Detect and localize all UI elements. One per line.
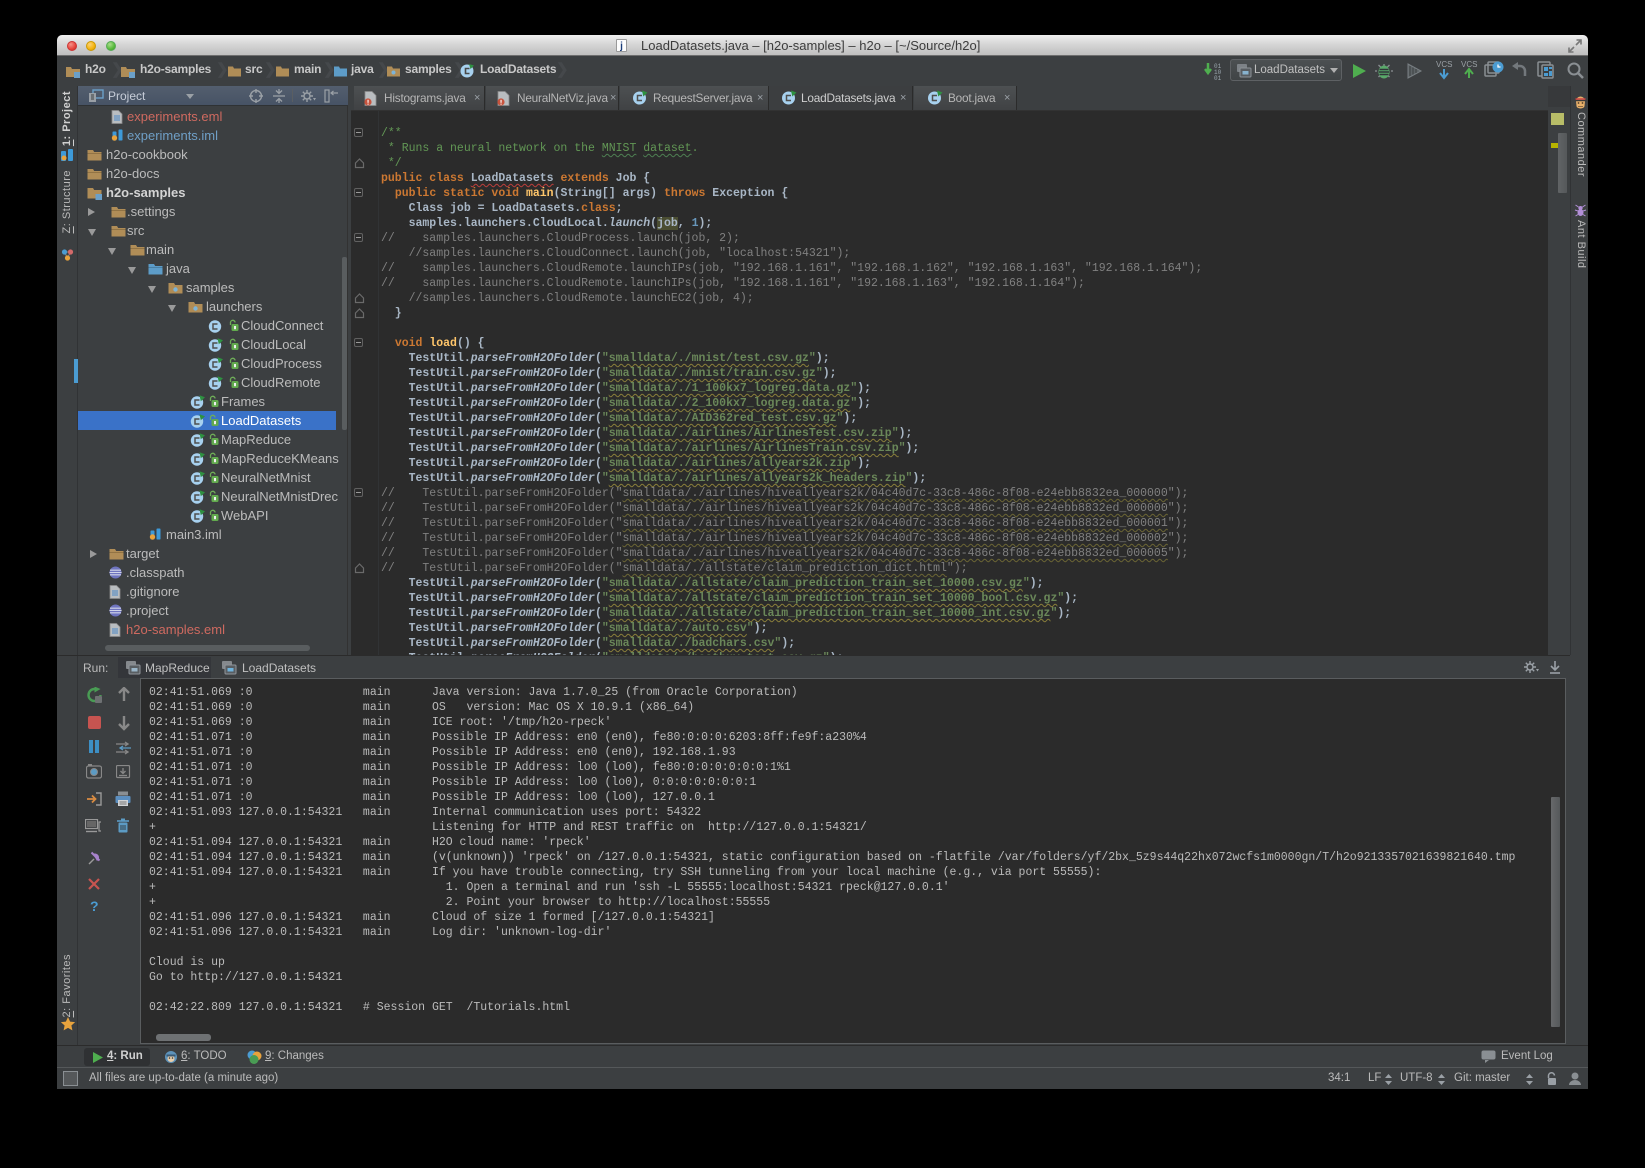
svg-text:VCS: VCS xyxy=(1436,60,1452,69)
svg-text:VCS: VCS xyxy=(1461,60,1477,69)
svg-text:01: 01 xyxy=(1214,75,1222,81)
